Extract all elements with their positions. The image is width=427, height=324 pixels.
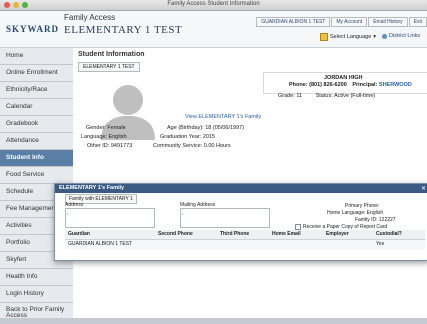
age-row: Age (Birthday): 18 (05/06/1997) — [167, 125, 245, 131]
gender-row: Gender: Female — [86, 125, 126, 131]
col-second-phone: Second Phone — [157, 230, 219, 240]
tab-student-name[interactable]: ELEMENTARY 1 TEST — [78, 62, 140, 72]
family-access-label: Family Access — [64, 13, 116, 22]
window-titlebar: Family Access Student Information — [0, 0, 427, 11]
sidebar-item-online-enrollment[interactable]: Online Enrollment — [0, 65, 73, 82]
col-employer: Employer — [325, 230, 375, 240]
modal-close-icon[interactable]: ✕ — [421, 185, 426, 192]
col-third-phone: Third Phone — [219, 230, 271, 240]
exit-link[interactable]: Exit — [408, 17, 427, 27]
bottom-bar — [0, 318, 427, 324]
other-id-row: Other ID: 9491773 — [87, 143, 133, 149]
select-language-label: Select Language — [330, 34, 372, 40]
mailing-address-field[interactable]: , — [180, 208, 270, 228]
phone-row: Phone: (801) 826-6200 Principal: SHERWOO… — [289, 82, 412, 88]
second-phone-cell — [157, 239, 219, 249]
guardian-name-cell: GUARDIAN ALBION 1 TEST — [68, 241, 133, 248]
col-home-email: Home Email — [271, 230, 325, 240]
my-account-link[interactable]: My Account — [331, 17, 368, 27]
district-links-link[interactable]: District Links — [382, 33, 420, 39]
app-header: SKYWARD Family Access ELEMENTARY 1 TEST … — [0, 11, 427, 48]
window-title: Family Access Student Information — [167, 1, 260, 7]
col-custodial: Custodial? — [375, 230, 425, 240]
table-row[interactable]: GUARDIAN ALBION 1 TEST Yes — [65, 239, 425, 249]
skyward-logo: SKYWARD — [6, 24, 60, 34]
sidebar-item-home[interactable]: Home — [0, 48, 73, 65]
home-email-cell — [271, 239, 325, 249]
language-row: Language: English — [81, 134, 127, 140]
table-header-row: Guardian Second Phone Third Phone Home E… — [65, 230, 425, 240]
guardian-table: Guardian Second Phone Third Phone Home E… — [65, 230, 425, 249]
family-id-label: Family ID: 122227 — [355, 217, 396, 223]
custodial-cell: Yes — [376, 241, 385, 248]
sidebar-item-student-info[interactable]: Student Info — [0, 150, 73, 167]
guardian-name-link[interactable]: GUARDIAN ALBION 1 TEST — [256, 17, 331, 27]
school-info-panel: JORDAN HIGH Phone: (801) 826-6200 Princi… — [263, 72, 427, 94]
sidebar-item-login-history[interactable]: Login History — [0, 286, 73, 303]
home-language-label: Home Language: English — [327, 210, 384, 216]
address-field[interactable]: , — [65, 208, 155, 228]
top-links: GUARDIAN ALBION 1 TEST My Account Email … — [255, 17, 427, 27]
sidebar-item-food-service[interactable]: Food Service — [0, 167, 73, 184]
email-history-link[interactable]: Email History — [368, 17, 408, 27]
third-phone-cell — [219, 239, 271, 249]
sidebar-item-ethnicity-race[interactable]: Ethnicity/Race — [0, 82, 73, 99]
community-service-row: Community Service: 0.00 Hours — [153, 143, 231, 149]
language-flag-icon — [320, 33, 328, 41]
sidebar-item-calendar[interactable]: Calendar — [0, 99, 73, 116]
globe-icon — [382, 33, 387, 39]
view-family-link[interactable]: View ELEMENTARY 1's Family — [185, 114, 261, 120]
grade-row: Grade: 11 Status: Active (Full-time) — [278, 93, 376, 99]
graduation-year-row: Graduation Year: 2015 — [160, 134, 216, 140]
sidebar-item-health-info[interactable]: Health Info — [0, 269, 73, 286]
employer-cell — [325, 239, 375, 249]
modal-title: ELEMENTARY 1's Family — [55, 184, 427, 193]
page-title: Student Information — [78, 51, 145, 58]
school-name: JORDAN HIGH — [324, 75, 363, 81]
family-modal: ELEMENTARY 1's Family ✕ Family with ELEM… — [54, 183, 427, 261]
chevron-down-icon: ▾ — [373, 34, 377, 40]
col-guardian: Guardian — [65, 230, 157, 240]
sidebar-item-attendance[interactable]: Attendance — [0, 133, 73, 150]
select-language-control[interactable]: Select Language ▾ — [320, 33, 376, 41]
sidebar-item-gradebook[interactable]: Gradebook — [0, 116, 73, 133]
school-name-title: ELEMENTARY 1 TEST — [64, 24, 183, 36]
primary-phone-label: Primary Phone: — [345, 203, 380, 209]
